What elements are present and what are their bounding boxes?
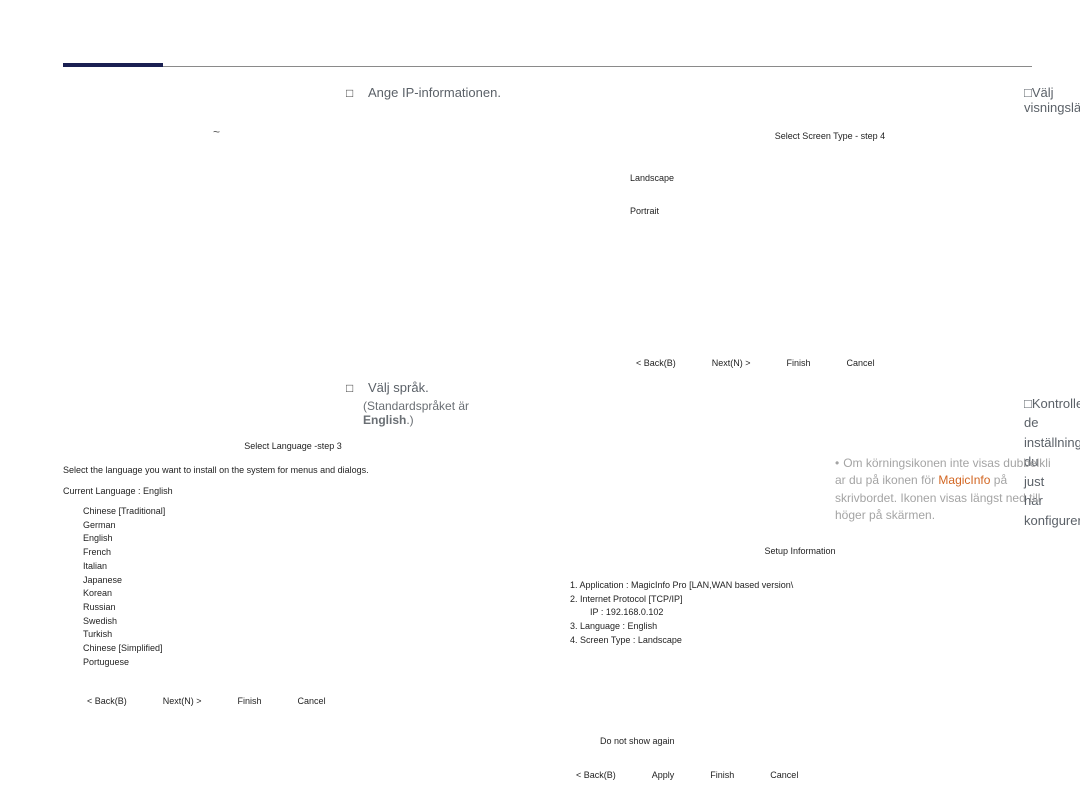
setup-line3: 3. Language : English <box>570 621 1030 633</box>
screen-cancel-button[interactable]: Cancel <box>847 358 875 370</box>
setup-line2b: IP : 192.168.0.102 <box>570 607 1030 619</box>
dlg-screen-title: Select Screen Type - step 4 <box>630 131 1030 143</box>
setup-cancel-button[interactable]: Cancel <box>770 770 798 782</box>
screen-next-button[interactable]: Next(N) > <box>712 358 751 370</box>
lang-cancel-button[interactable]: Cancel <box>298 696 326 708</box>
lang-finish-button[interactable]: Finish <box>238 696 262 708</box>
setup-line2: 2. Internet Protocol [TCP/IP] <box>570 594 1030 606</box>
dlg-lang-list: Chinese [Traditional] German English Fre… <box>63 506 523 668</box>
bullet-icon <box>1024 396 1032 411</box>
dlg-setup-title: Setup Information <box>570 546 1030 558</box>
step-ip-title: Ange IP-informationen. <box>346 85 523 100</box>
opt-landscape[interactable]: Landscape <box>630 173 1030 185</box>
dlg-lang-title: Select Language -step 3 <box>63 441 523 453</box>
dialog-language: Select Language -step 3 Select the langu… <box>63 435 523 714</box>
step-lang-title: Välj språk. <box>346 380 523 395</box>
bullet-icon <box>1024 85 1032 100</box>
runtime-icon-note: •Om körningsikonen inte visas dubbelkli … <box>835 455 1065 525</box>
setup-apply-button[interactable]: Apply <box>652 770 675 782</box>
step-display-title: Välj visningsläge. <box>1024 85 1030 115</box>
dlg-lang-desc: Select the language you want to install … <box>63 465 523 477</box>
setup-line4: 4. Screen Type : Landscape <box>570 635 1030 647</box>
screen-finish-button[interactable]: Finish <box>787 358 811 370</box>
setup-finish-button[interactable]: Finish <box>710 770 734 782</box>
do-not-show-checkbox[interactable]: Do not show again <box>600 736 1030 748</box>
lang-subtext: (Standardspråket är English.) <box>363 399 523 427</box>
lang-next-button[interactable]: Next(N) > <box>163 696 202 708</box>
dlg-lang-current: Current Language : English <box>63 486 523 498</box>
dialog-screen-type: Select Screen Type - step 4 Landscape Po… <box>630 125 1030 376</box>
setup-line1: 1. Application : MagicInfo Pro [LAN,WAN … <box>570 580 1030 592</box>
dialog-setup-info: Setup Information 1. Application : Magic… <box>570 540 1030 788</box>
lang-back-button[interactable]: < Back(B) <box>87 696 127 708</box>
setup-back-button[interactable]: < Back(B) <box>576 770 616 782</box>
screen-back-button[interactable]: < Back(B) <box>636 358 676 370</box>
tilde-mark: ~ <box>213 125 220 139</box>
opt-portrait[interactable]: Portrait <box>630 206 1030 218</box>
